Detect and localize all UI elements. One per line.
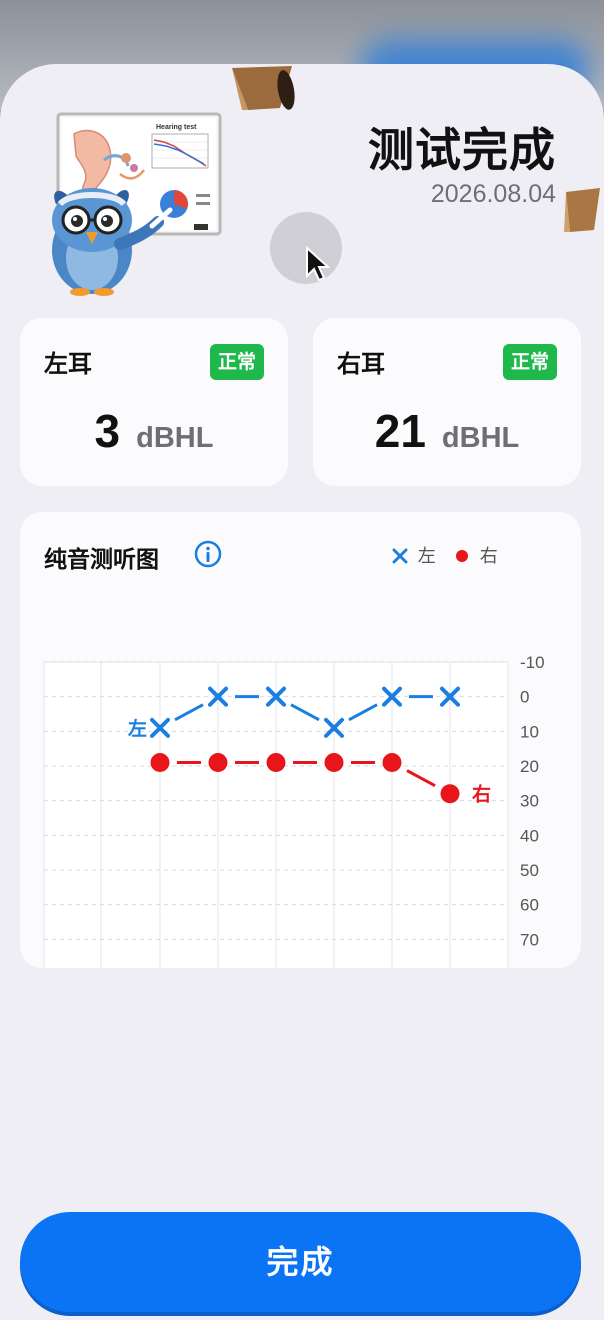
y-tick-label: 70 [520, 930, 539, 949]
y-tick-label: 10 [520, 722, 539, 741]
legend-left-label: 左 [417, 546, 436, 567]
y-tick-label: 40 [520, 826, 539, 845]
data-point-right [150, 753, 170, 773]
left-ear-unit: dBHL [136, 422, 214, 454]
y-tick-label: 50 [520, 861, 539, 880]
left-ear-status-badge: 正常 [209, 344, 264, 380]
right-ear-value: 21 [374, 405, 426, 457]
right-ear-result: 21 dBHL [313, 404, 581, 458]
series-label-right: 右 [471, 783, 491, 806]
info-circle-icon[interactable] [194, 540, 222, 568]
right-ear-card: 右耳 正常 21 dBHL [313, 318, 581, 486]
owl-teacher-illustration: Hearing test [40, 112, 230, 297]
pointer-arrow-icon [305, 245, 331, 282]
y-tick-label: 80 [520, 965, 539, 968]
right-ear-unit: dBHL [441, 422, 520, 454]
paper-cup-decoration [228, 64, 298, 116]
audiogram-card: -1001020304050607080Hz1252505001k2k4k8k左… [20, 512, 581, 968]
data-point-right [208, 753, 228, 773]
result-sheet: Hearing test 测试完成 2026.08.04 左耳 正常 3 dBH… [0, 64, 604, 1320]
legend-left: 左 [392, 542, 436, 568]
y-tick-label: 20 [520, 757, 539, 776]
whiteboard-caption: Hearing test [156, 124, 197, 131]
test-date: 2026.08.04 [430, 180, 556, 208]
y-tick-label: -10 [520, 653, 545, 672]
y-tick-label: 60 [520, 896, 539, 915]
page-title: 测试完成 [368, 123, 556, 177]
legend-right: 右 [454, 542, 498, 568]
x-marker-icon [392, 548, 408, 564]
left-ear-card: 左耳 正常 3 dBHL [20, 318, 288, 486]
dot-marker-icon [456, 550, 468, 562]
done-button[interactable]: 完成 [20, 1212, 581, 1312]
right-ear-status-badge: 正常 [502, 344, 557, 380]
legend-right-label: 右 [479, 546, 498, 567]
data-point-right [440, 784, 460, 804]
data-point-right [324, 753, 344, 773]
data-point-right [266, 753, 286, 773]
left-ear-value: 3 [94, 405, 121, 457]
data-point-right [382, 753, 402, 773]
left-ear-result: 3 dBHL [20, 404, 288, 458]
left-ear-label: 左耳 [44, 350, 92, 378]
audiogram-chart: -1001020304050607080Hz1252505001k2k4k8k左… [43, 653, 545, 968]
series-label-left: 左 [128, 717, 147, 740]
y-tick-label: 0 [520, 688, 529, 707]
audiogram-title: 纯音测听图 [44, 547, 159, 573]
right-ear-label: 右耳 [337, 350, 385, 378]
paper-cup-decoration-2 [560, 184, 604, 240]
y-tick-label: 30 [520, 792, 539, 811]
